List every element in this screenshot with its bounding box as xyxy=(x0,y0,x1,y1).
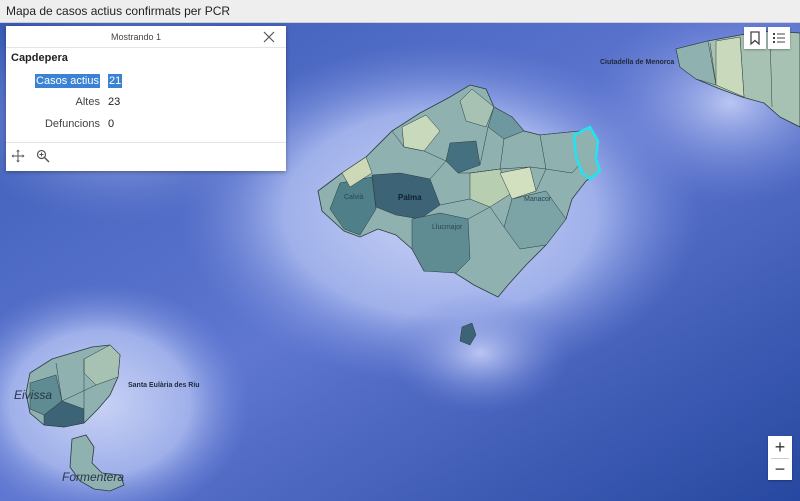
bookmark-icon xyxy=(750,31,760,46)
field-label-casos-actius: Casos actius xyxy=(35,74,100,88)
cabrera-shelf xyxy=(390,293,570,413)
label-calvia: Calvià xyxy=(344,194,364,201)
popup-header: Mostrando 1 xyxy=(6,26,286,48)
zoom-in-button[interactable]: + xyxy=(768,436,792,458)
label-llucmajor: Llucmajor xyxy=(432,224,463,231)
label-ciutadella: Ciutadella de Menorca xyxy=(600,59,674,66)
field-label-defuncions: Defuncions xyxy=(44,118,100,130)
legend-icon xyxy=(773,33,785,43)
zoom-controls: + − xyxy=(768,436,792,480)
close-icon[interactable] xyxy=(262,28,276,44)
popup-field-row: Defuncions 0 xyxy=(6,116,286,132)
popup-feature-count: Mostrando 1 xyxy=(110,32,162,42)
field-value-casos-actius: 21 xyxy=(108,74,123,88)
label-formentera: Formentera xyxy=(62,470,124,484)
move-icon[interactable] xyxy=(11,149,27,165)
label-santa-eularia: Santa Eulària des Riu xyxy=(128,382,200,389)
popup-footer xyxy=(6,142,286,171)
feature-popup: Mostrando 1 Capdepera Casos actius 21 Al… xyxy=(6,26,286,171)
window-title: Mapa de casos actius confirmats per PCR xyxy=(6,4,231,18)
district-llucmajor[interactable] xyxy=(411,212,471,274)
field-value-altes: 23 xyxy=(108,96,121,108)
window-titlebar: Mapa de casos actius confirmats per PCR xyxy=(0,0,800,23)
popup-field-row: Altes 23 xyxy=(6,94,286,110)
bookmarks-button[interactable] xyxy=(744,27,766,49)
label-eivissa: Eivissa xyxy=(14,388,52,402)
popup-title: Capdepera xyxy=(11,52,68,64)
zoom-out-button[interactable]: − xyxy=(768,458,792,480)
legend-button[interactable] xyxy=(768,27,790,49)
field-value-defuncions: 0 xyxy=(108,118,115,130)
label-palma: Palma xyxy=(398,193,422,202)
popup-field-row: Casos actius 21 xyxy=(6,72,286,88)
label-manacor: Manacor xyxy=(524,196,552,203)
zoom-to-icon[interactable] xyxy=(36,149,52,165)
field-label-altes: Altes xyxy=(75,96,100,108)
